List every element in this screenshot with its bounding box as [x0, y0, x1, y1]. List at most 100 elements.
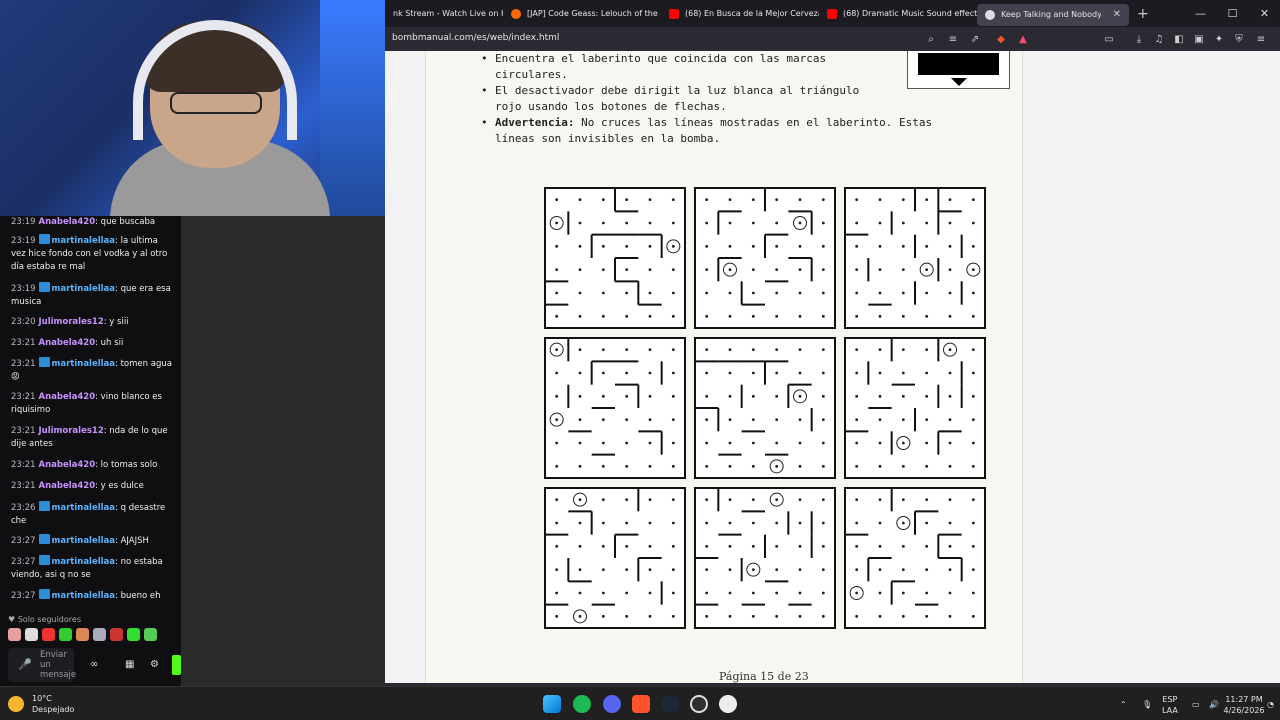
chat-username[interactable]: Anabela420 — [39, 481, 96, 491]
maze-dot — [878, 314, 882, 318]
maze-9 — [844, 487, 986, 629]
tab-code-geass[interactable]: [JAP] Code Geass: Lelouch of the Re — [503, 0, 661, 27]
maze-dot — [948, 348, 952, 352]
weather-widget[interactable]: 10°C Despejado — [8, 693, 74, 715]
subscriber-badge-icon — [38, 357, 50, 367]
minimize-button[interactable]: — — [1185, 0, 1216, 27]
game-icon[interactable] — [719, 695, 737, 713]
tab-youtube-music[interactable]: (68) Dramatic Music Sound effect ( — [819, 0, 977, 27]
url-text[interactable]: bombmanual.com/es/web/index.html — [392, 33, 559, 43]
maze-dot — [901, 568, 905, 572]
chat-username[interactable]: martinalellaa — [52, 557, 116, 567]
chat-input[interactable]: 🎤 Enviar un mensaje — [8, 648, 76, 682]
volume-icon[interactable]: 🔊 — [1209, 699, 1219, 710]
emote-icon[interactable] — [93, 628, 106, 641]
display-icon[interactable]: ▭ — [1192, 699, 1200, 710]
maze-dot — [578, 591, 582, 595]
menu-icon[interactable]: ≡ — [1253, 32, 1269, 47]
obs-icon[interactable] — [690, 695, 708, 713]
download-icon[interactable]: ⤓ — [1131, 32, 1147, 47]
tab-kick[interactable]: nk Stream - Watch Live on Kick — [385, 0, 503, 27]
clock[interactable]: 11:27 PM 4/26/2026 — [1222, 694, 1266, 716]
maze-dot — [671, 394, 675, 398]
maze-dot — [971, 371, 975, 375]
sidebar-icon[interactable]: ▭ — [1101, 32, 1117, 47]
discord-icon[interactable] — [603, 695, 621, 713]
panel-icon[interactable]: ◧ — [1171, 32, 1187, 47]
maze-dot — [971, 591, 975, 595]
emoji-icon[interactable]: ∞ — [90, 659, 98, 670]
media-icon[interactable]: ♫ — [1151, 32, 1167, 47]
new-tab-button[interactable]: + — [1129, 6, 1157, 22]
zoom-icon[interactable]: ⌕ — [923, 32, 939, 47]
emote-icon[interactable] — [76, 628, 89, 641]
maze-dot — [798, 268, 802, 272]
chat-username[interactable]: Anabela420 — [39, 460, 96, 470]
mic-icon[interactable]: 🎤 — [18, 658, 32, 671]
brave-icon[interactable] — [632, 695, 650, 713]
maze-dot — [948, 314, 952, 318]
maze-dot — [671, 498, 675, 502]
brave-shield-icon[interactable]: ◆ — [993, 32, 1009, 47]
tab-bomb-manual[interactable]: Keep Talking and Nobody Expl ✕ — [977, 3, 1129, 26]
maze-dot — [578, 291, 582, 295]
tab-youtube-cerveza[interactable]: (68) En Busca de la Mejor Cerveza A — [661, 0, 819, 27]
chat-username[interactable]: Anabela420 — [39, 338, 96, 348]
emote-icon[interactable] — [59, 628, 72, 641]
maze-dot — [798, 591, 802, 595]
language-indicator[interactable]: ESP LAA — [1162, 694, 1178, 716]
maze-dot — [648, 464, 652, 468]
settings-icon[interactable]: ⚙ — [150, 659, 159, 670]
windows-start-icon[interactable] — [543, 695, 561, 713]
maze-dot — [878, 268, 882, 272]
chat-username[interactable]: Julimorales12 — [39, 426, 104, 436]
maze-dot — [821, 441, 825, 445]
tray-chevron-icon[interactable]: ⌃ — [1120, 699, 1127, 710]
maze-dot — [878, 464, 882, 468]
maze-dot — [578, 268, 582, 272]
share-icon[interactable]: ⇗ — [967, 32, 983, 47]
chat-timestamp: 23:27 — [11, 557, 36, 567]
chat-username[interactable]: martinalellaa — [52, 503, 116, 513]
microphone-icon[interactable]: 🎙 — [1142, 699, 1152, 710]
rewards-icon[interactable]: ▲ — [1015, 32, 1031, 47]
chat-username[interactable]: martinalellaa — [52, 284, 116, 294]
emote-icon[interactable] — [110, 628, 123, 641]
emote-icon[interactable] — [42, 628, 55, 641]
maze-dot — [578, 314, 582, 318]
reader-icon[interactable]: ≡ — [945, 32, 961, 47]
chat-text: : AJAJSH — [115, 536, 149, 546]
emote-icon[interactable] — [144, 628, 157, 641]
wallet-icon[interactable]: ▣ — [1191, 32, 1207, 47]
emote-icon[interactable] — [127, 628, 140, 641]
vpn-icon[interactable]: ⛨ — [1231, 32, 1247, 47]
close-window-button[interactable]: ✕ — [1249, 0, 1280, 27]
maze-dot — [855, 418, 859, 422]
address-bar[interactable]: bombmanual.com/es/web/index.html ⌕ ≡ ⇗ ◆… — [385, 28, 1280, 51]
maze-dot — [798, 394, 802, 398]
maze-dot — [925, 314, 929, 318]
steam-icon[interactable] — [661, 695, 679, 713]
emote-icon[interactable] — [25, 628, 38, 641]
chat-username[interactable]: martinalellaa — [52, 536, 116, 546]
maze-dot — [671, 314, 675, 318]
notification-icon[interactable]: ◔ — [1267, 699, 1274, 710]
maze-dot — [821, 568, 825, 572]
maximize-button[interactable]: ☐ — [1217, 0, 1248, 27]
send-button[interactable] — [172, 655, 181, 675]
emote-icon[interactable] — [8, 628, 21, 641]
chat-username[interactable]: Julimorales12 — [39, 317, 104, 327]
store-icon[interactable]: ▦ — [125, 659, 134, 670]
close-tab-icon[interactable]: ✕ — [1113, 9, 1121, 20]
maze-grid — [544, 187, 986, 629]
chat-username[interactable]: martinalellaa — [52, 591, 116, 601]
chat-username[interactable]: martinalellaa — [52, 359, 116, 369]
chat-username[interactable]: Anabela420 — [39, 392, 96, 402]
leo-icon[interactable]: ✦ — [1211, 32, 1227, 47]
spotify-icon[interactable] — [573, 695, 591, 713]
maze-dot — [925, 464, 929, 468]
chat-username[interactable]: martinalellaa — [52, 236, 116, 246]
chat-username[interactable]: Anabela420 — [39, 217, 96, 227]
maze-dot — [878, 371, 882, 375]
maze-dot — [648, 268, 652, 272]
